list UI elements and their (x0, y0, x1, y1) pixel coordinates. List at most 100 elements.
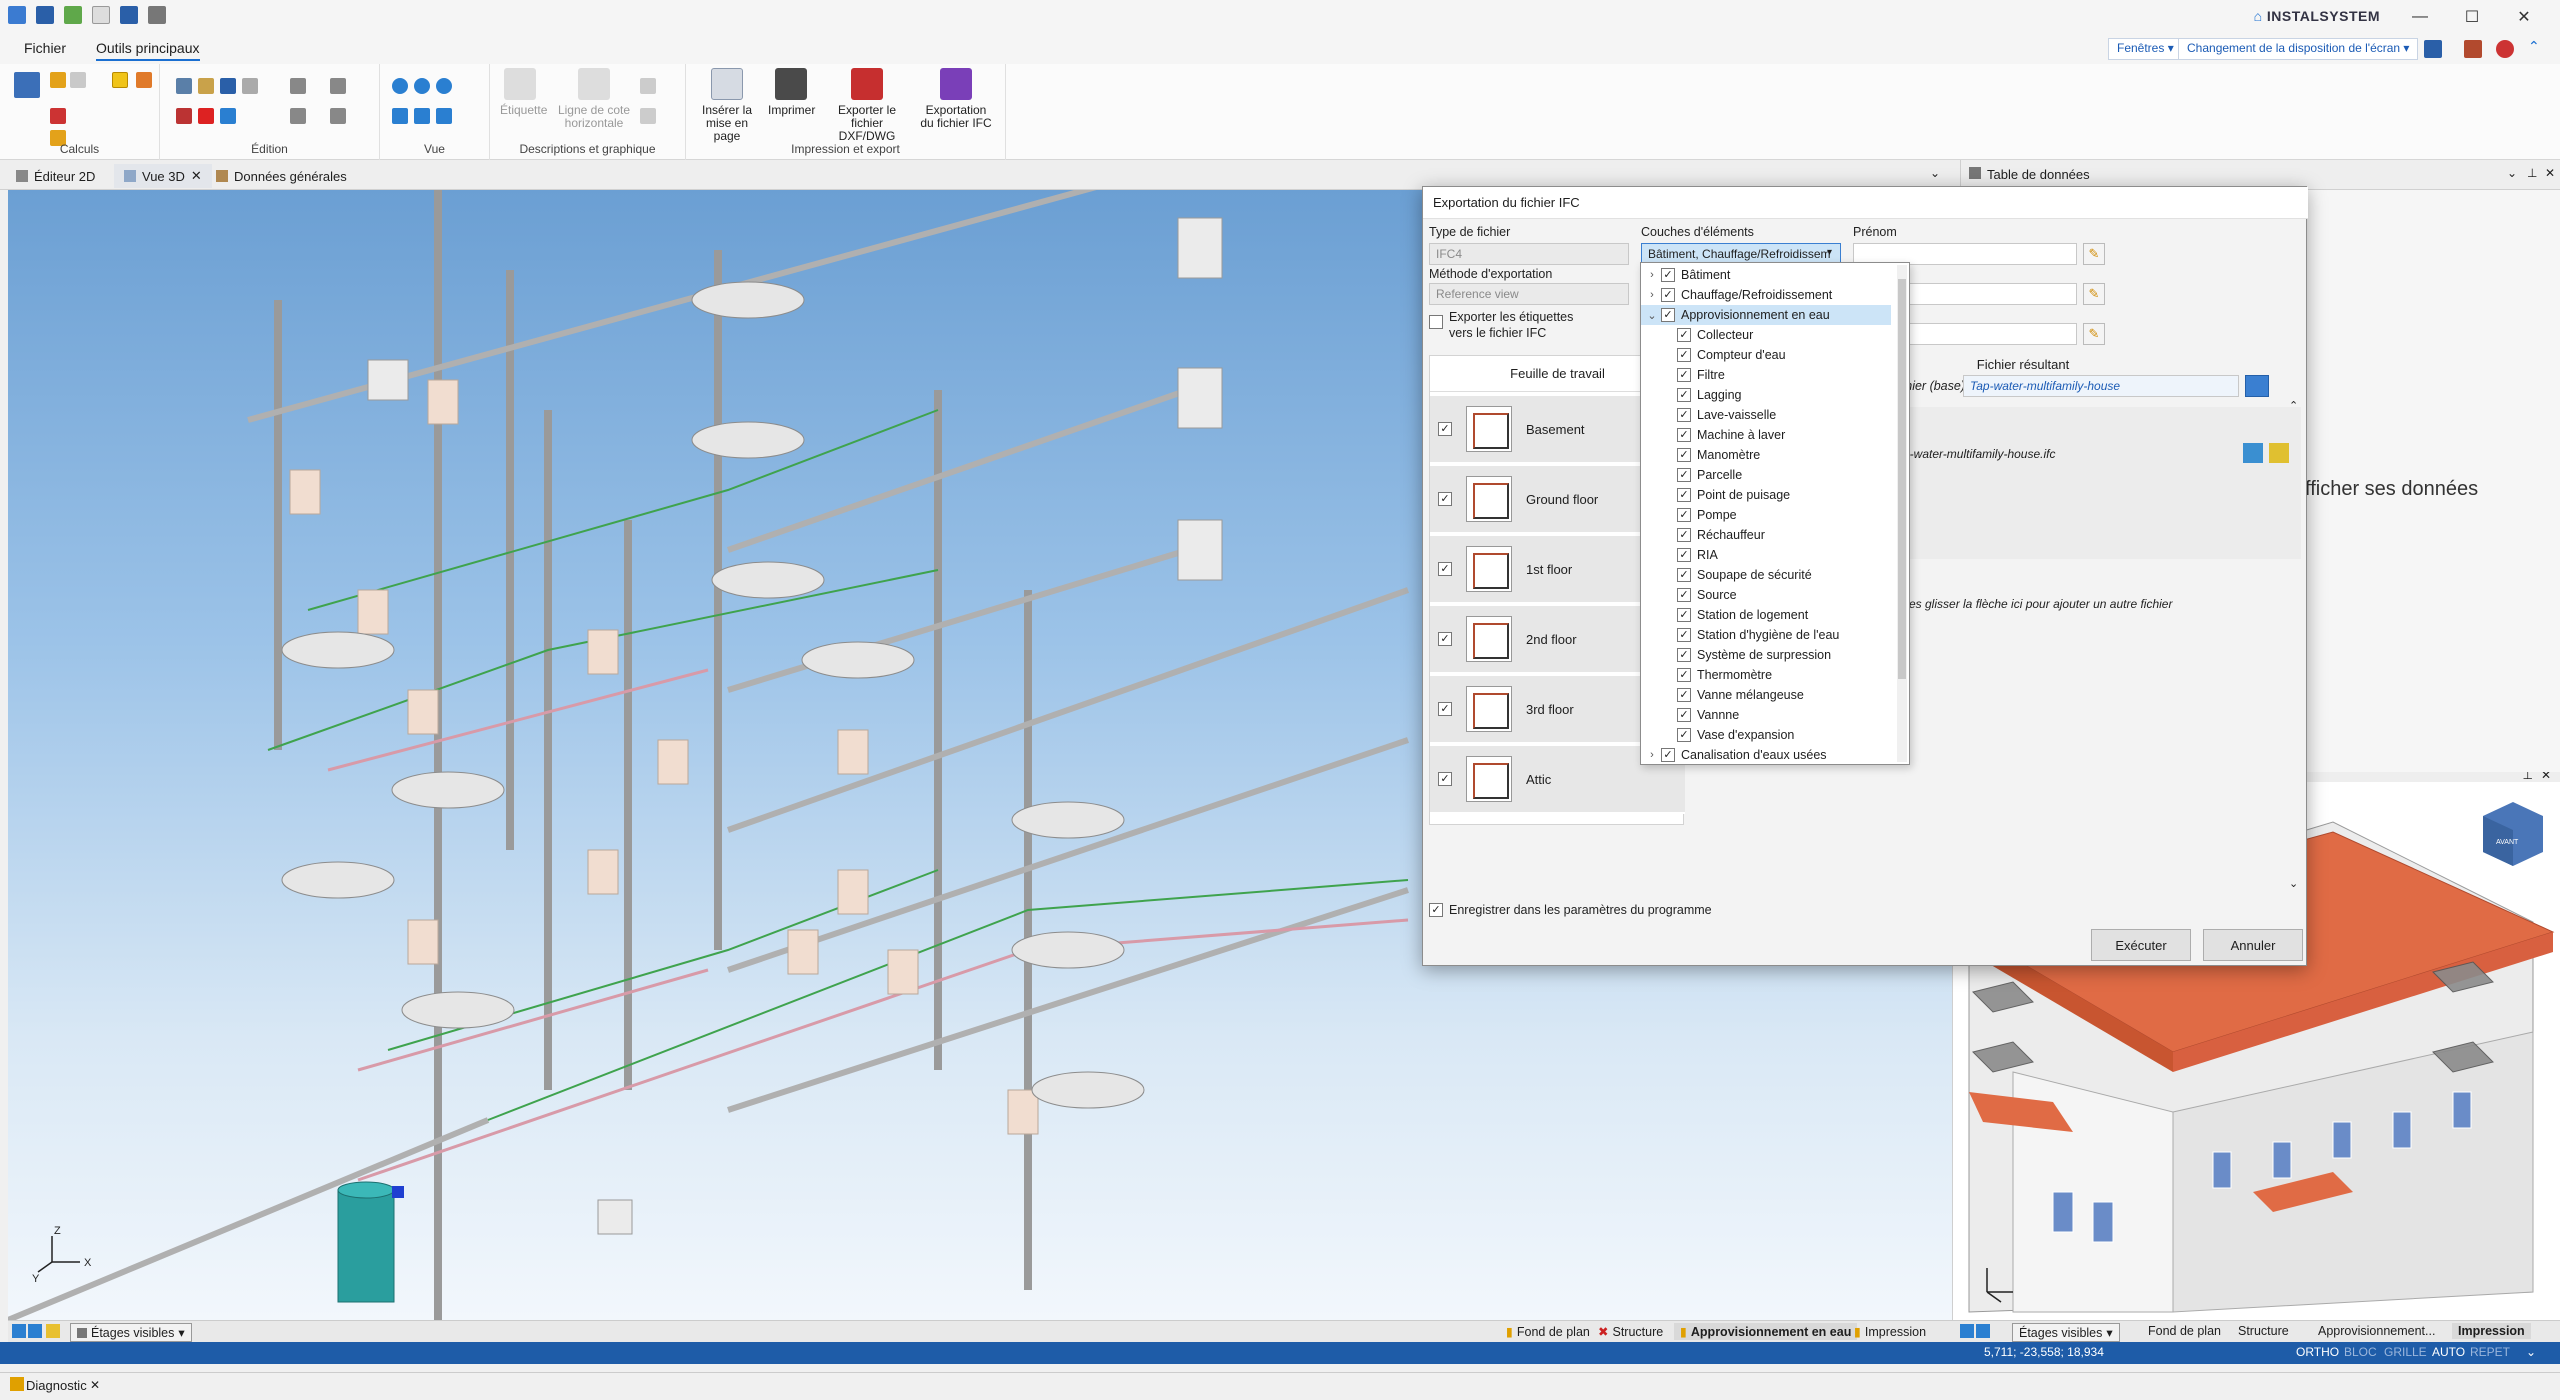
expand-icon[interactable]: › (1643, 269, 1661, 281)
tab-impression[interactable]: ▮ Impression (1848, 1323, 1932, 1340)
zoom-extents-icon[interactable] (392, 108, 408, 124)
layer-item[interactable]: ⌄ ✓ Approvisionnement en eau (1641, 305, 1891, 325)
tab-donnees-generales[interactable]: Données générales (206, 164, 357, 188)
save-icon[interactable] (36, 6, 54, 24)
zoom-out-icon[interactable] (414, 78, 430, 94)
diagnostic-close-icon[interactable]: ✕ (90, 1378, 100, 1392)
layer-checkbox[interactable]: ✓ (1677, 528, 1691, 542)
layer-checkbox[interactable]: ✓ (1661, 288, 1675, 302)
dropdown-scrollbar[interactable] (1897, 265, 1907, 762)
screen-icon[interactable] (2424, 40, 2442, 58)
sheet-checkbox[interactable]: ✓ (1438, 492, 1452, 506)
layer-checkbox[interactable]: ✓ (1677, 408, 1691, 422)
layer-checkbox[interactable]: ✓ (1677, 548, 1691, 562)
layer-checkbox[interactable]: ✓ (1661, 268, 1675, 282)
layer-checkbox[interactable]: ✓ (1677, 608, 1691, 622)
calc-table-icon[interactable] (14, 72, 40, 98)
tabs-dropdown-icon[interactable]: ⌄ (1930, 166, 1940, 180)
status-dropdown-icon[interactable]: ⌄ (2526, 1345, 2536, 1359)
file-type-field[interactable]: IFC4 (1429, 243, 1629, 265)
zoom-in-icon[interactable] (392, 78, 408, 94)
layer-item[interactable]: ✓ Source (1641, 585, 1891, 605)
layer-checkbox[interactable]: ✓ (1677, 708, 1691, 722)
layer-checkbox[interactable]: ✓ (1661, 308, 1675, 322)
layer-item[interactable]: ✓ Système de surpression (1641, 645, 1891, 665)
pin-icon[interactable]: ⊥ (2527, 166, 2537, 180)
panel-dropdown-icon[interactable]: ⌄ (2507, 166, 2517, 180)
layer-item[interactable]: › ✓ Canalisation d'eaux usées (1641, 745, 1891, 764)
calc-icon[interactable] (50, 72, 66, 88)
select-icon[interactable] (330, 108, 346, 124)
layer-item[interactable]: ✓ Compteur d'eau (1641, 345, 1891, 365)
mode-ortho[interactable]: ORTHO (2296, 1345, 2339, 1359)
edit-pencil-icon-2[interactable]: ✎ (2083, 283, 2105, 305)
preview-tab-structure[interactable]: Structure (2232, 1323, 2295, 1339)
layer-checkbox[interactable]: ✓ (1677, 688, 1691, 702)
preview-floor-down-icon[interactable] (1976, 1324, 1990, 1338)
copy-icon[interactable] (176, 78, 192, 94)
layer-item[interactable]: ✓ Point de puisage (1641, 485, 1891, 505)
sheet-checkbox[interactable]: ✓ (1438, 632, 1452, 646)
layer-item[interactable]: ✓ Pompe (1641, 505, 1891, 525)
preview-tab-approvisionnement[interactable]: Approvisionnement... (2312, 1323, 2441, 1339)
preview-tab-fond[interactable]: Fond de plan (2142, 1323, 2227, 1339)
help-icon[interactable] (2496, 40, 2514, 58)
label-button[interactable]: Étiquette (500, 68, 547, 117)
paste-icon[interactable] (198, 78, 214, 94)
layer-item[interactable]: ✓ Machine à laver (1641, 425, 1891, 445)
minimize-icon[interactable]: — (2394, 4, 2446, 30)
undo-icon[interactable] (120, 6, 138, 24)
export-labels-checkbox[interactable] (1429, 315, 1443, 329)
layer-item[interactable]: ✓ Vase d'expansion (1641, 725, 1891, 745)
layer-item[interactable]: ✓ Vanne mélangeuse (1641, 685, 1891, 705)
layer-checkbox[interactable]: ✓ (1677, 468, 1691, 482)
save-settings-checkbox[interactable]: ✓ (1429, 903, 1443, 917)
layer-checkbox[interactable]: ✓ (1677, 388, 1691, 402)
base-input[interactable]: Tap-water-multifamily-house (1963, 375, 2239, 397)
text-icon[interactable] (640, 78, 656, 94)
export-method-field[interactable]: Reference view (1429, 283, 1629, 305)
water-drop-icon[interactable] (112, 72, 128, 88)
export-file-icon[interactable] (2269, 443, 2289, 463)
layer-checkbox[interactable]: ✓ (1677, 328, 1691, 342)
edit-icon[interactable] (242, 78, 258, 94)
preview-pin-icon[interactable]: ⊥ (2523, 772, 2533, 782)
layer-checkbox[interactable]: ✓ (1677, 368, 1691, 382)
calc-icon-3[interactable] (50, 108, 66, 124)
close-tab-icon[interactable]: ✕ (191, 168, 202, 184)
tab-outils-principaux[interactable]: Outils principaux (96, 40, 200, 61)
preview-close-icon[interactable]: ✕ (2541, 772, 2551, 782)
layer-checkbox[interactable]: ✓ (1677, 348, 1691, 362)
expand-icon[interactable]: › (1643, 289, 1661, 301)
preview-visible-floors-select[interactable]: Étages visibles ▾ (2012, 1323, 2120, 1342)
move-icon[interactable] (220, 108, 236, 124)
floor-up-icon[interactable] (12, 1324, 26, 1338)
layer-item[interactable]: ✓ RIA (1641, 545, 1891, 565)
tab-approvisionnement[interactable]: ▮ Approvisionnement en eau (1674, 1323, 1858, 1340)
layer-item[interactable]: ✓ Vannne (1641, 705, 1891, 725)
layer-checkbox[interactable]: ✓ (1677, 428, 1691, 442)
view-cube-icon[interactable]: AVANT (2483, 802, 2543, 866)
tab-vue-3d[interactable]: Vue 3D ✕ (114, 164, 212, 188)
open-file-icon[interactable] (2243, 443, 2263, 463)
tab-fichier[interactable]: Fichier (24, 40, 66, 56)
diagnostic-tab[interactable]: Diagnostic (26, 1378, 87, 1393)
visible-floors-select[interactable]: Étages visibles ▾ (70, 1323, 192, 1342)
layer-item[interactable]: › ✓ Bâtiment (1641, 265, 1891, 285)
expand-icon[interactable]: › (1643, 749, 1661, 761)
layer-item[interactable]: ✓ Thermomètre (1641, 665, 1891, 685)
layer-checkbox[interactable]: ✓ (1677, 568, 1691, 582)
sheet-checkbox[interactable]: ✓ (1438, 702, 1452, 716)
floor-down-icon[interactable] (28, 1324, 42, 1338)
open-icon[interactable] (64, 6, 82, 24)
cut-icon[interactable] (176, 108, 192, 124)
expand-icon[interactable]: ⌄ (1643, 309, 1661, 322)
floor-filter-icon[interactable] (46, 1324, 60, 1338)
export-ifc-button[interactable]: Exportation du fichier IFC (918, 68, 994, 130)
layers-icon[interactable] (2464, 40, 2482, 58)
layer-checkbox[interactable]: ✓ (1677, 628, 1691, 642)
scroll-down-icon[interactable]: ⌄ (2289, 877, 2298, 890)
delete-icon[interactable] (198, 108, 214, 124)
layer-checkbox[interactable]: ✓ (1661, 748, 1675, 762)
calc-icon-2[interactable] (70, 72, 86, 88)
